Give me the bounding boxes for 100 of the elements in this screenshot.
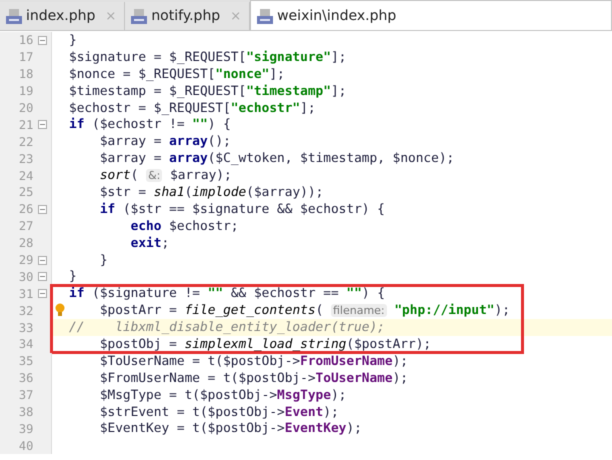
property-name: MsgType [277,388,331,403]
string-literal: "" [346,286,362,302]
code-text: ( [130,168,140,184]
line-number: 19 [18,84,34,98]
code-text: ]; [330,50,346,65]
function-name: sha1 [154,184,185,200]
code-text: } [69,269,77,284]
fold-marker-icon[interactable] [38,204,47,214]
keyword: array [169,151,208,166]
code-text: $ToUserName = t($postObj-> [98,354,300,369]
line-number: 39 [18,422,34,436]
string-literal: "timestamp" [246,84,331,99]
code-text: $nonce = $_REQUEST[ [69,66,216,82]
code-text: ); [494,303,510,318]
line-number: 16 [18,33,34,48]
fold-marker-icon[interactable] [38,36,47,45]
parameter-hint: &: [146,169,162,182]
code-text: $EventKey = t($postObj-> [98,421,285,436]
php-file-icon [257,8,274,24]
line-number: 17 [18,50,34,64]
code-text: ]; [269,66,285,82]
string-literal: "signature" [246,50,331,65]
keyword: exit [130,236,162,251]
fold-marker-icon[interactable] [38,272,47,282]
code-text: && $echostr == [230,286,340,302]
property-name: ToUserName [316,370,393,386]
fold-marker-icon[interactable] [38,289,47,298]
code-text: ); [323,404,339,420]
code-text: ) { [362,286,385,302]
property-name: Event [284,404,324,420]
string-literal: "echostr" [230,100,300,116]
line-number: 24 [18,168,34,183]
line-number: 22 [18,134,34,149]
line-number: 18 [18,67,34,82]
keyword: if [69,117,84,132]
code-text: ( [316,303,324,318]
string-literal: "" [192,117,208,132]
keyword: if [69,286,84,302]
property-name: EventKey [284,421,346,436]
line-number: 29 [18,253,34,268]
line-number: 35 [18,354,34,368]
code-text: ]; [300,100,316,116]
line-number: 36 [18,371,34,386]
string-literal: "php://input" [393,303,495,318]
line-number: 27 [18,219,34,234]
code-comment: // libxml_disable_entity_loader(true); [69,320,385,336]
php-file-icon [6,8,22,24]
lightbulb-icon[interactable] [55,303,65,318]
parameter-hint: filename: [330,304,387,318]
line-number: 20 [18,101,34,115]
code-text: ; [161,236,170,251]
php-file-icon [131,8,148,24]
line-number: 28 [18,236,34,250]
code-text: ($postArr); [346,336,432,352]
line-number: 38 [18,405,34,420]
code-text: ); [346,421,362,436]
code-text: ]; [330,84,346,99]
line-number: 40 [18,438,34,453]
keyword: echo [130,218,162,234]
code-text: (); [208,134,231,150]
property-name: FromUserName [300,354,393,369]
fold-marker-icon[interactable] [38,256,47,265]
code-text: $postArr = [98,303,178,318]
line-number: 33 [18,320,34,335]
code-text: } [69,32,77,48]
code-text: ($array)); [246,184,324,200]
code-text: $postObj = [98,336,178,352]
code-text: ($echostr != [91,117,186,132]
line-number: 30 [18,270,34,284]
code-text: $echostr = $_REQUEST[ [69,100,231,116]
code-text: ); [330,388,346,403]
code-text: ($signature != [91,286,201,302]
line-number: 31 [18,286,34,301]
code-text: $MsgType = t($postObj-> [98,388,278,403]
code-text: $signature = $_REQUEST[ [69,50,246,65]
line-number: 32 [18,304,34,318]
code-text: $array = [98,134,162,150]
code-text: $FromUserName = t($postObj-> [98,370,316,386]
code-text: ); [392,370,408,386]
keyword: if [98,202,116,217]
function-name: simplexml_load_string [184,336,346,352]
string-literal: "nonce" [215,66,270,82]
line-number: 21 [18,118,34,132]
code-text: ); [392,354,408,369]
code-text: $array); [169,168,232,184]
code-text: ($C_wtoken, $timestamp, $nonce); [208,151,454,166]
function-name: sort [98,168,131,184]
code-text: ) { [208,117,231,132]
code-text: } [98,252,108,268]
fold-marker-icon[interactable] [38,120,47,130]
line-number: 34 [18,337,34,352]
line-number: 25 [18,185,34,200]
function-name: implode [192,184,246,200]
code-text: $echostr; [168,218,238,234]
function-name: file_get_contents [184,303,316,318]
code-text: $array = [98,151,162,166]
line-number: 37 [18,388,34,402]
string-literal: "" [208,286,224,302]
file-tab[interactable]: weixin\index.php [250,0,612,30]
code-text: $strEvent = t($postObj-> [98,404,285,420]
